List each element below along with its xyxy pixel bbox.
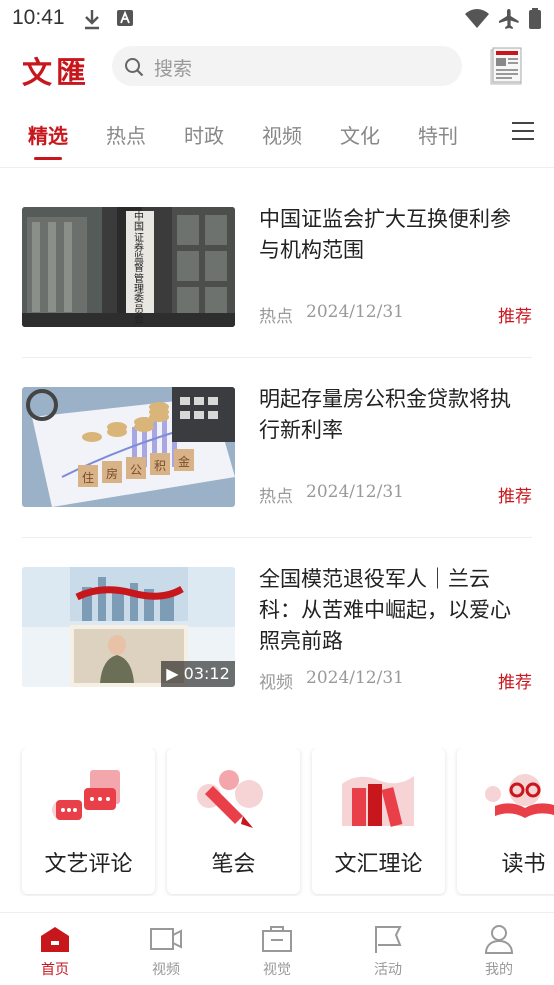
nav-home[interactable]: 首页: [0, 913, 110, 985]
books-icon: [342, 776, 414, 827]
search-icon: [125, 58, 144, 77]
column-card-wenyi[interactable]: 文艺评论: [22, 748, 155, 894]
airplane-icon: [499, 9, 519, 29]
block-char: 金: [178, 455, 191, 469]
article-tag: 推荐: [498, 307, 532, 327]
thumbnail-sign-text: 中国证券监督管理委员会: [134, 212, 144, 326]
article-title[interactable]: 全国模范退役军人｜兰云科：从苦难中崛起，以爱心照亮前路: [259, 564, 531, 657]
download-icon: [85, 10, 99, 30]
nav-label: 我的: [485, 962, 513, 978]
nav-activity[interactable]: 活动: [333, 913, 443, 985]
article-category: 热点: [259, 307, 293, 327]
category-tabs: 精选 热点 时政 视频 文化 特刊: [0, 96, 554, 168]
article-tag: 推荐: [498, 487, 532, 507]
tab-shipin[interactable]: 视频: [262, 120, 302, 149]
tab-tekan[interactable]: 特刊: [418, 120, 458, 149]
battery-icon: [529, 8, 541, 29]
column-label: 文艺评论: [44, 852, 133, 877]
video-duration: ▶ 03:12: [161, 661, 235, 687]
nav-profile[interactable]: 我的: [444, 913, 554, 985]
tab-redian[interactable]: 热点: [106, 120, 146, 149]
divider: [22, 537, 532, 538]
divider: [22, 357, 532, 358]
tab-shizheng[interactable]: 时政: [184, 120, 224, 149]
search-bar[interactable]: 搜索: [112, 46, 462, 86]
article-category: 视频: [259, 673, 293, 693]
status-bar: 10:41: [0, 0, 554, 38]
nav-label: 活动: [374, 962, 402, 978]
video-duration-text: 03:12: [183, 664, 230, 683]
column-label: 读书: [501, 852, 546, 877]
bottom-nav: 首页 视频 视觉 活动 我的: [0, 912, 554, 984]
article-thumbnail: 中国证券监督管理委员会: [22, 207, 235, 327]
block-char: 公: [130, 463, 143, 477]
article-date: 2024/12/31: [306, 302, 404, 322]
font-icon: [117, 10, 133, 26]
menu-icon[interactable]: [512, 122, 534, 142]
article-title[interactable]: 中国证监会扩大互换便利参与机构范围: [259, 204, 531, 266]
nav-video[interactable]: 视频: [111, 913, 221, 985]
search-placeholder: 搜索: [154, 58, 193, 80]
block-char: 积: [154, 459, 167, 473]
column-label: 文汇理论: [334, 852, 423, 877]
article-title[interactable]: 明起存量房公积金贷款将执行新利率: [259, 384, 531, 446]
tab-wenhua[interactable]: 文化: [340, 120, 380, 149]
user-icon: [484, 925, 514, 954]
column-cards: 文艺评论 笔会 文汇理论 读书: [0, 748, 554, 896]
article-tag: 推荐: [498, 673, 532, 693]
video-thumbnail[interactable]: ▶ 03:12: [22, 567, 235, 687]
wifi-icon: [465, 9, 489, 28]
column-label: 笔会: [211, 852, 256, 877]
tab-jingxuan[interactable]: 精选: [28, 120, 68, 149]
column-card-lilun[interactable]: 文汇理论: [312, 748, 445, 894]
nav-label: 视频: [152, 962, 180, 978]
play-icon: ▶: [166, 664, 179, 683]
column-card-dushu[interactable]: 读书: [457, 748, 554, 894]
flag-icon: [375, 926, 402, 953]
app-header: 文匯 搜索: [0, 38, 554, 96]
article-item[interactable]: ▶ 03:12 全国模范退役军人｜兰云科：从苦难中崛起，以爱心照亮前路 视频 2…: [0, 540, 554, 740]
briefcase-icon: [262, 926, 292, 952]
article-date: 2024/12/31: [306, 668, 404, 688]
comment-bubbles-icon: [52, 770, 120, 820]
article-item[interactable]: 住 房 公 积 金 明起存量房公积金贷款将执行新利率 热点 2024/12/31…: [0, 360, 554, 540]
nav-visual[interactable]: 视觉: [222, 913, 332, 985]
active-tab-indicator: [34, 157, 62, 160]
epaper-icon[interactable]: [488, 46, 526, 86]
article-item[interactable]: 中国证券监督管理委员会 中国证监会扩大互换便利参与机构范围 热点 2024/12…: [0, 180, 554, 360]
block-char: 房: [106, 467, 119, 481]
thumbnail-blocks: 住 房 公 积 金: [22, 387, 235, 507]
nav-label: 首页: [41, 962, 69, 978]
reader-icon: [485, 774, 554, 818]
video-camera-icon: [150, 928, 182, 950]
nav-label: 视觉: [263, 962, 291, 978]
app-logo[interactable]: 文匯: [22, 48, 90, 92]
status-time: 10:41: [12, 6, 65, 29]
block-char: 住: [82, 471, 95, 485]
home-icon: [41, 927, 69, 952]
article-thumbnail: 住 房 公 积 金: [22, 387, 235, 507]
article-date: 2024/12/31: [306, 482, 404, 502]
column-card-bihui[interactable]: 笔会: [167, 748, 300, 894]
pen-icon: [197, 770, 263, 828]
article-category: 热点: [259, 487, 293, 507]
